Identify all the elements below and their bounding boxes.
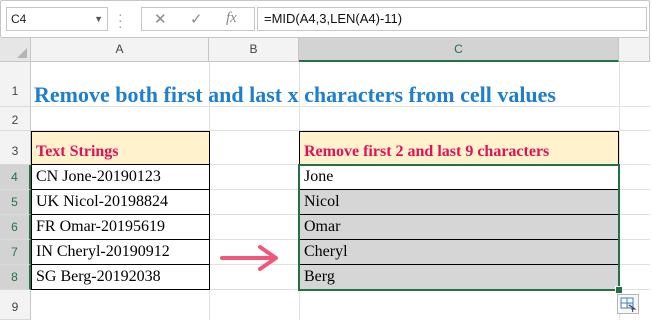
arrow-right-icon [220, 245, 278, 271]
name-box[interactable]: C4 ▼ [6, 7, 108, 31]
row-header-6[interactable]: 6 [0, 215, 31, 240]
column-header-b[interactable]: B [209, 38, 299, 62]
left-table-header[interactable]: Text Strings [31, 131, 210, 165]
formula-bar: C4 ▼ · · · ✕ ✓ fx =MID(A4,3,LEN(A4)-11) [0, 0, 650, 38]
column-header-d[interactable] [619, 38, 650, 62]
formula-buttons: ✕ ✓ fx [141, 7, 255, 31]
result-cell[interactable]: Nicol [299, 190, 619, 215]
row-header-9[interactable]: 9 [0, 290, 31, 320]
formula-input[interactable]: =MID(A4,3,LEN(A4)-11) [257, 7, 647, 31]
row-header-3[interactable]: 3 [0, 131, 31, 165]
select-all-button[interactable] [0, 38, 31, 62]
column-header-a[interactable]: A [31, 38, 209, 62]
left-table-cell[interactable]: UK Nicol-20198824 [31, 190, 210, 215]
fill-handle[interactable] [615, 286, 623, 294]
row-header-4[interactable]: 4 [0, 165, 31, 190]
quick-analysis-icon[interactable] [617, 294, 639, 314]
right-table-header[interactable]: Remove first 2 and last 9 characters [299, 131, 619, 165]
left-table-cell[interactable]: FR Omar-20195619 [31, 215, 210, 240]
left-table-cell[interactable]: CN Jone-20190123 [31, 165, 210, 190]
insert-function-icon[interactable]: fx [226, 10, 237, 27]
row-header-5[interactable]: 5 [0, 190, 31, 215]
name-box-value: C4 [11, 12, 27, 26]
page-title: Remove both first and last x characters … [34, 82, 556, 107]
drag-handle-icon[interactable]: · · · [118, 7, 123, 33]
result-cell[interactable]: Cheryl [299, 240, 619, 265]
close-icon[interactable]: ✕ [154, 10, 167, 28]
chevron-down-icon[interactable]: ▼ [94, 8, 103, 30]
left-table-cell[interactable]: IN Cheryl-20190912 [31, 240, 210, 265]
check-icon[interactable]: ✓ [190, 10, 203, 28]
column-header-c[interactable]: C [299, 38, 619, 62]
left-table-cell[interactable]: SG Berg-20192038 [31, 265, 210, 290]
gridline [619, 62, 620, 320]
result-cell[interactable]: Berg [299, 265, 619, 290]
row-header-7[interactable]: 7 [0, 240, 31, 265]
row-header-8[interactable]: 8 [0, 265, 31, 290]
row-header-1[interactable]: 1 [0, 62, 31, 107]
result-cell[interactable]: Omar [299, 215, 619, 240]
result-cell-active[interactable]: Jone [299, 165, 619, 190]
row-header-2[interactable]: 2 [0, 107, 31, 131]
spreadsheet-grid: A B C 1 2 3 4 5 6 7 8 9 Remove both firs… [0, 38, 650, 320]
